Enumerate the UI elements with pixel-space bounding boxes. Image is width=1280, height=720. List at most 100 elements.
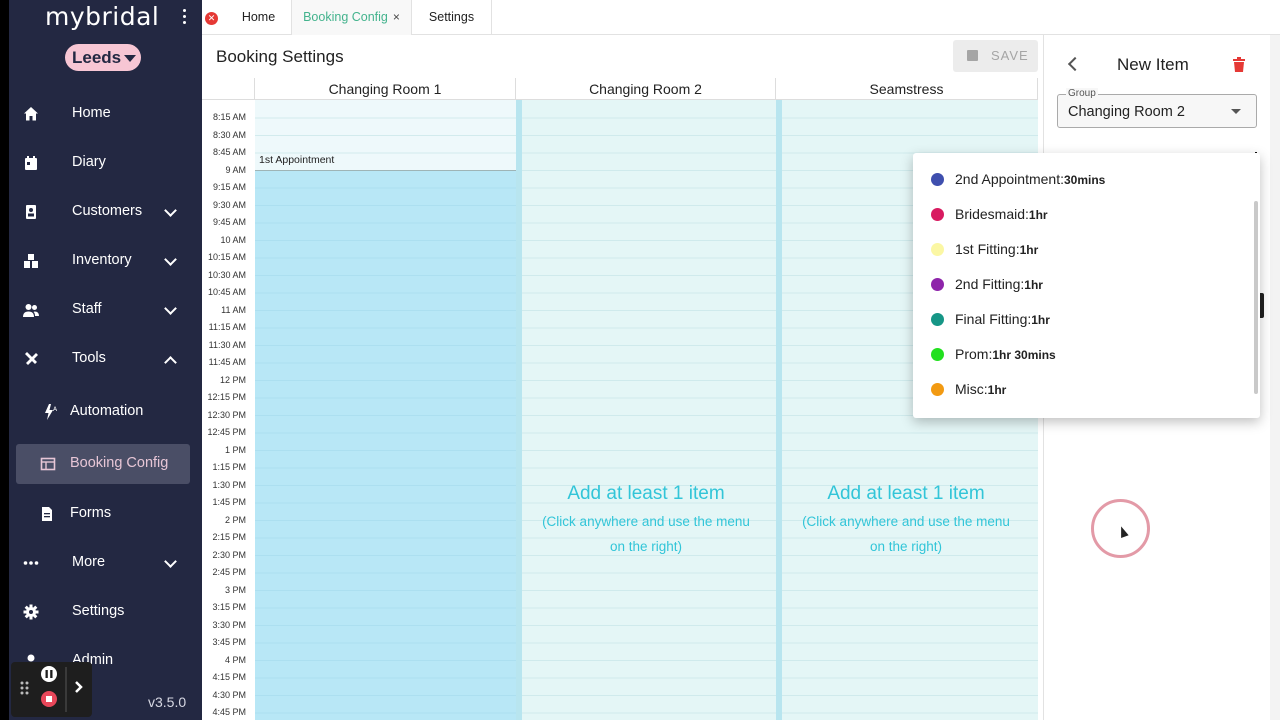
- time-label: 9:30 AM: [212, 199, 246, 210]
- category-duration: 1hr: [1019, 243, 1039, 257]
- people-icon: [23, 304, 39, 317]
- column-header-seamstress: Seamstress: [776, 78, 1038, 100]
- category-name: 2nd Appointment:: [955, 171, 1064, 187]
- category-duration: 1hr: [987, 383, 1007, 397]
- sidebar-item-settings[interactable]: Settings: [9, 592, 202, 632]
- tools-icon: [25, 352, 38, 365]
- location-selector[interactable]: Leeds: [65, 44, 141, 71]
- column-changing-room-1[interactable]: 1st Appointment: [255, 100, 516, 720]
- dropdown-scrollbar[interactable]: [1254, 201, 1258, 394]
- color-dot-icon: [931, 278, 944, 291]
- sidebar-item-label: Settings: [72, 603, 125, 619]
- panel-title: New Item: [1117, 55, 1189, 74]
- time-label: 9 AM: [225, 164, 246, 175]
- category-duration: 1hr: [1031, 313, 1050, 327]
- time-label: 9:15 AM: [212, 182, 246, 192]
- tab-label: Settings: [428, 10, 475, 24]
- category-option[interactable]: Misc:1hr: [913, 372, 1253, 407]
- column-grid: [516, 100, 776, 720]
- empty-title: Add at least 1 item: [827, 483, 985, 504]
- category-duration: 1hr 30mins: [992, 348, 1056, 362]
- close-tab-icon[interactable]: ×: [393, 10, 400, 24]
- time-label: 10 AM: [220, 234, 246, 245]
- sidebar-item-label: Inventory: [72, 252, 132, 268]
- save-button[interactable]: SAVE: [953, 40, 1038, 72]
- screen-recorder-widget[interactable]: [11, 662, 92, 717]
- chevron-down-icon: [164, 253, 177, 266]
- close-all-icon[interactable]: ✕: [205, 12, 218, 25]
- empty-hint-1: (Click anywhere and use the menu: [542, 514, 750, 529]
- sidebar-item-more[interactable]: More: [9, 543, 202, 583]
- app-version: v3.5.0: [148, 694, 187, 710]
- category-option-label: 2nd Fitting:1hr: [955, 276, 1043, 292]
- category-name: Prom:: [955, 346, 993, 362]
- app-logo[interactable]: mybridal: [45, 2, 159, 31]
- sidebar-item-tools[interactable]: Tools: [9, 339, 202, 379]
- time-label: 12:30 PM: [207, 409, 246, 420]
- sidebar-item-customers[interactable]: Customers: [9, 192, 202, 232]
- time-label: 12:15 PM: [207, 392, 246, 402]
- color-dot-icon: [931, 243, 944, 256]
- tab-settings[interactable]: Settings: [412, 0, 492, 35]
- sidebar-item-diary[interactable]: Diary: [9, 143, 202, 183]
- time-label: 3 PM: [224, 584, 246, 595]
- category-option[interactable]: 1st Fitting:1hr: [913, 232, 1253, 267]
- sidebar-item-staff[interactable]: Staff: [9, 290, 202, 330]
- dropdown-arrow-icon: [1231, 109, 1241, 114]
- time-label: 4:30 PM: [212, 689, 246, 700]
- page-scrollbar[interactable]: [1270, 35, 1280, 720]
- category-duration: 30mins: [1063, 173, 1106, 187]
- category-name: Final Fitting:: [955, 311, 1032, 327]
- time-label: 11 AM: [221, 304, 246, 315]
- category-option[interactable]: Prom:1hr 30mins: [913, 337, 1253, 372]
- time-label: 10:15 AM: [207, 252, 246, 262]
- chevron-down-icon: [164, 204, 177, 217]
- time-label: 11:15 AM: [208, 322, 246, 332]
- sidebar-item-booking-config[interactable]: Booking Config: [16, 444, 190, 484]
- sidebar-item-home[interactable]: Home: [9, 94, 202, 134]
- sidebar-item-inventory[interactable]: Inventory: [9, 241, 202, 281]
- save-icon: [967, 50, 978, 61]
- empty-column-message: Add at least 1 item (Click anywhere and …: [776, 483, 1036, 559]
- empty-column-message: Add at least 1 item (Click anywhere and …: [516, 483, 776, 559]
- time-column-header: [202, 78, 255, 100]
- chevron-down-icon: [164, 555, 177, 568]
- category-option[interactable]: Final Fitting:1hr: [913, 302, 1253, 337]
- caret-down-icon: [124, 55, 137, 62]
- more-icon: [23, 561, 39, 565]
- sidebar-item-forms[interactable]: Forms: [9, 494, 202, 534]
- color-dot-icon: [931, 173, 944, 186]
- column-changing-room-2[interactable]: Add at least 1 item (Click anywhere and …: [516, 100, 776, 720]
- empty-hint-1: (Click anywhere and use the menu: [802, 514, 1010, 529]
- time-label: 3:30 PM: [212, 619, 246, 630]
- appointment-block[interactable]: 1st Appointment: [259, 154, 334, 166]
- group-select-value: Changing Room 2: [1068, 104, 1185, 120]
- time-label: 1:15 PM: [212, 462, 246, 472]
- empty-title: Add at least 1 item: [567, 483, 725, 504]
- time-label: 1:45 PM: [212, 497, 246, 507]
- color-dot-icon: [931, 313, 944, 326]
- trash-icon[interactable]: [1233, 57, 1245, 72]
- sidebar-item-label: Staff: [72, 301, 102, 317]
- category-dropdown-menu: 2nd Appointment:30mins Bridesmaid:1hr 1st …: [913, 153, 1260, 418]
- column-divider: [776, 100, 782, 720]
- time-label: 9:45 AM: [212, 217, 246, 227]
- category-option-label: Prom:1hr 30mins: [955, 346, 1056, 362]
- category-option[interactable]: 2nd Fitting:1hr: [913, 267, 1253, 302]
- tab-home[interactable]: Home: [226, 0, 292, 35]
- table-icon: [40, 457, 56, 471]
- more-vert-icon[interactable]: [181, 9, 187, 25]
- sidebar-item-label: Tools: [72, 350, 106, 366]
- sidebar-item-automation[interactable]: A Automation: [9, 392, 202, 432]
- time-label: 12:45 PM: [207, 427, 246, 437]
- group-select[interactable]: Group Changing Room 2: [1057, 88, 1257, 128]
- tab-label: Home: [241, 10, 276, 24]
- location-label: Leeds: [72, 48, 122, 67]
- category-option[interactable]: Bridesmaid:1hr: [913, 197, 1253, 232]
- svg-text:A: A: [53, 406, 58, 413]
- back-chevron-icon[interactable]: [1067, 56, 1083, 72]
- color-dot-icon: [931, 208, 944, 221]
- category-option[interactable]: 2nd Appointment:30mins: [913, 162, 1253, 197]
- sidebar-item-label: Forms: [70, 505, 112, 521]
- tab-booking-config[interactable]: Booking Config ×: [292, 0, 412, 35]
